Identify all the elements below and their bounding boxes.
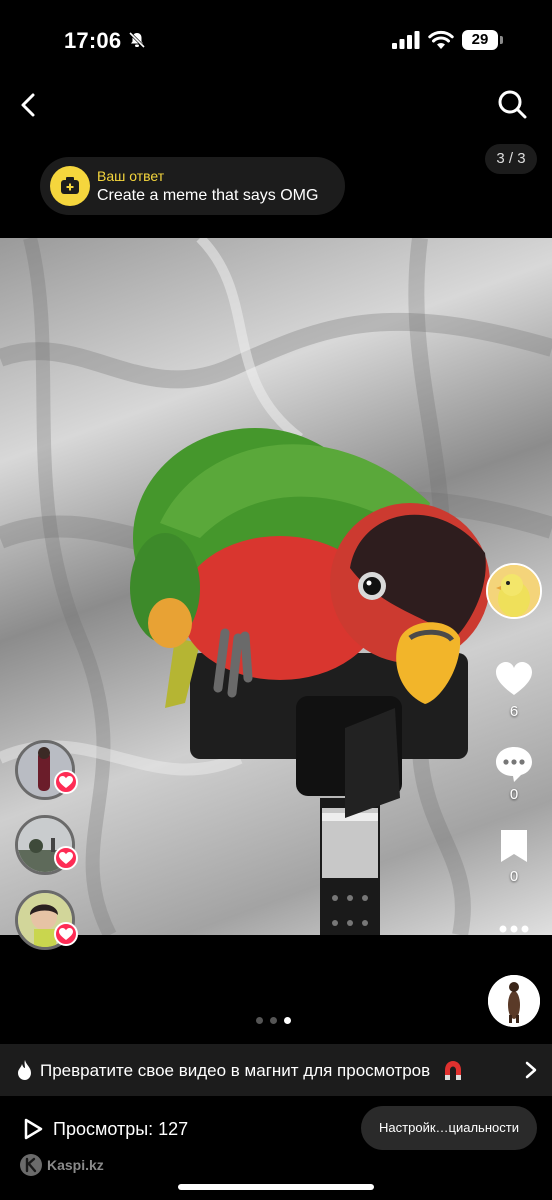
promo-banner[interactable]: Превратите свое видео в магнит для просм…	[0, 1044, 552, 1096]
play-icon	[24, 1118, 43, 1140]
carousel-dots	[256, 1017, 291, 1024]
promo-text: Превратите свое видео в магнит для просм…	[40, 1061, 431, 1080]
watermark-text: Kaspi.kz	[47, 1157, 104, 1173]
prompt-pill[interactable]: Ваш ответ Create a meme that says OMG	[40, 157, 345, 215]
fire-icon	[18, 1060, 31, 1080]
prompt-subtitle: Create a meme that says OMG	[97, 187, 319, 204]
heart-badge-icon	[54, 770, 78, 794]
post-photo[interactable]	[0, 238, 552, 935]
status-time: 17:06	[64, 28, 122, 53]
heart-badge-icon	[54, 922, 78, 946]
image-counter: 3 / 3	[485, 144, 537, 174]
save-count: 0	[509, 868, 519, 885]
views-count: Просмотры: 127	[53, 1119, 189, 1139]
creator-avatar[interactable]	[486, 563, 542, 619]
search-icon[interactable]	[496, 88, 528, 120]
comment-count: 0	[509, 786, 519, 803]
chevron-right-icon[interactable]	[524, 1060, 538, 1080]
signal-icon	[392, 31, 420, 49]
like-count: 6	[509, 703, 519, 720]
bell-muted-icon	[128, 31, 146, 49]
back-icon[interactable]	[14, 90, 44, 120]
prompt-title: Ваш ответ	[97, 168, 165, 184]
wifi-icon	[428, 30, 454, 49]
more-icon[interactable]	[498, 922, 530, 936]
camera-add-icon	[50, 166, 90, 206]
carousel-dot	[256, 1017, 263, 1024]
bookmark-icon[interactable]	[494, 828, 534, 868]
carousel-dot	[270, 1017, 277, 1024]
magnet-icon	[445, 1061, 461, 1080]
battery-indicator: 29	[462, 30, 503, 50]
heart-badge-icon	[54, 846, 78, 870]
carousel-dot-active	[284, 1017, 291, 1024]
home-indicator[interactable]	[178, 1184, 374, 1190]
sound-avatar[interactable]	[488, 975, 540, 1027]
heart-icon[interactable]	[494, 660, 534, 700]
kaspi-logo	[20, 1154, 42, 1176]
comment-icon[interactable]	[494, 744, 534, 784]
privacy-settings-button[interactable]: Настройк…циальности	[361, 1106, 537, 1150]
